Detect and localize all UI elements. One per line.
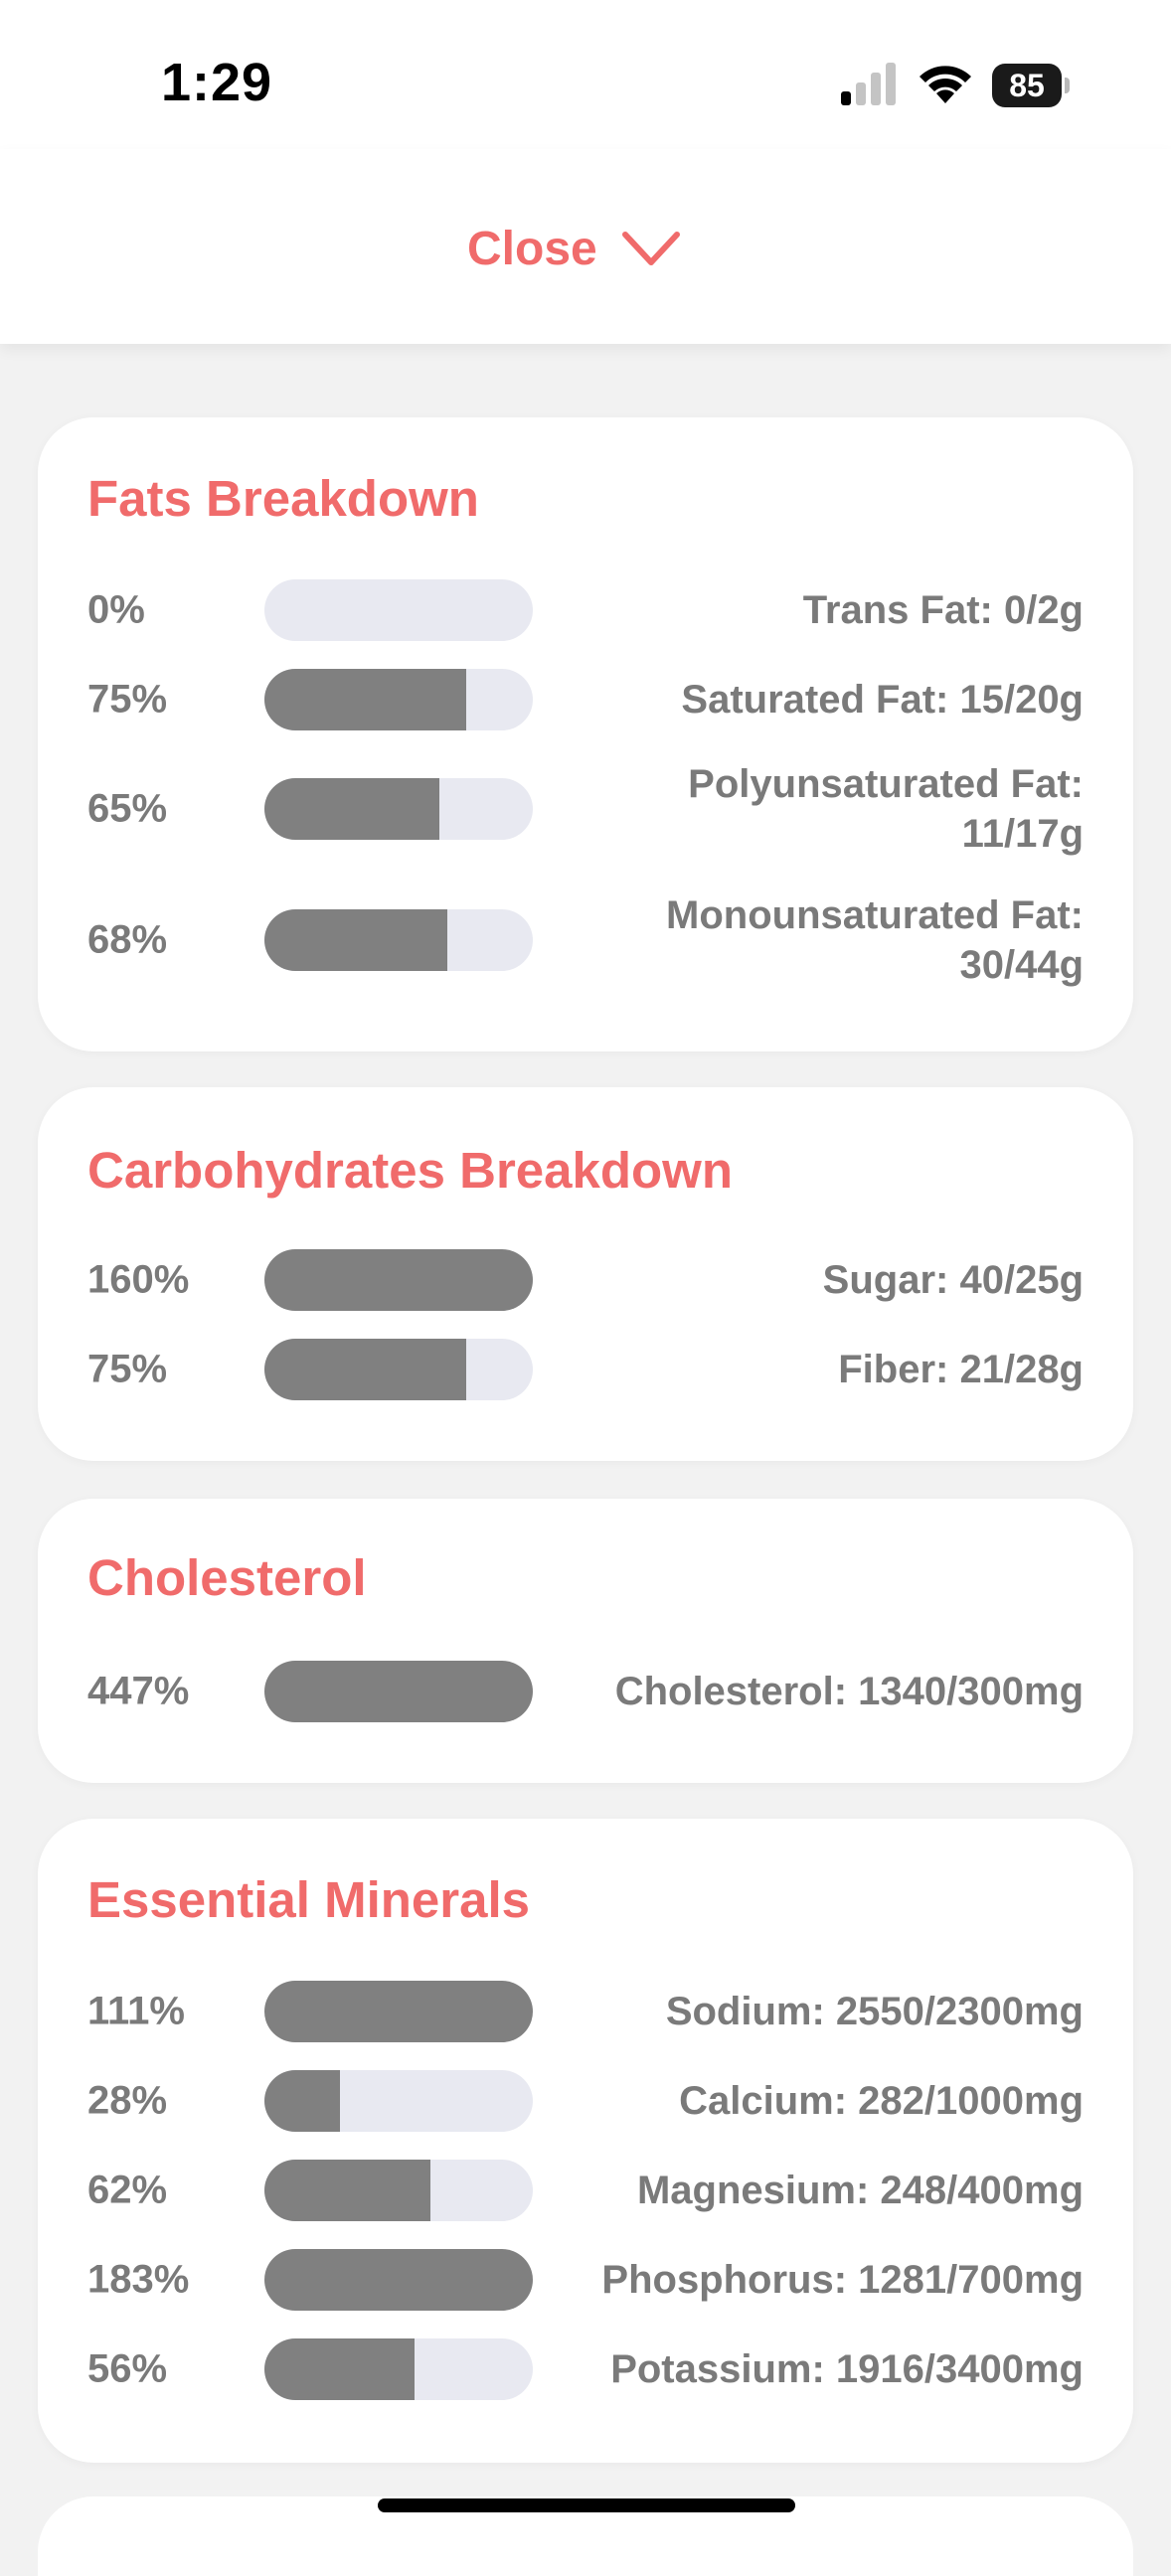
status-time: 1:29 — [161, 53, 273, 112]
cellular-signal-icon — [841, 63, 896, 105]
battery-level: 85 — [992, 64, 1062, 107]
progress-bar — [264, 2338, 533, 2400]
card-title: Carbohydrates Breakdown — [87, 1142, 734, 1199]
progress-fill — [264, 669, 466, 730]
nutrient-label: Saturated Fat: 15/20g — [681, 678, 1084, 722]
progress-fill — [264, 1249, 533, 1311]
card-title: Cholesterol — [87, 1549, 367, 1606]
percent-value: 447% — [87, 1669, 190, 1713]
progress-bar — [264, 579, 533, 641]
percent-value: 75% — [87, 677, 168, 722]
chevron-down-icon — [621, 232, 680, 265]
progress-bar — [264, 1981, 533, 2042]
progress-fill — [264, 2249, 533, 2311]
nutrient-label: Monounsaturated Fat: 30/44g — [666, 893, 1084, 987]
nutrient-label: Magnesium: 248/400mg — [636, 2169, 1084, 2212]
progress-fill — [264, 1661, 533, 1722]
card-title: Essential Minerals — [87, 1871, 531, 1928]
progress-fill — [264, 1981, 533, 2042]
progress-fill — [264, 778, 439, 840]
percent-value: 160% — [87, 1257, 190, 1302]
progress-bar — [264, 669, 533, 730]
close-button[interactable]: Close — [467, 217, 681, 280]
percent-value: 111% — [87, 1989, 185, 2033]
nutrient-label: Cholesterol: 1340/300mg — [614, 1670, 1084, 1713]
cholesterol-card: Cholesterol 447% Cholesterol: 1340/300mg — [38, 1499, 1133, 1783]
nutrient-label: Sugar: 40/25g — [822, 1258, 1084, 1302]
percent-value: 0% — [87, 587, 145, 632]
fats-breakdown-card: Fats Breakdown 0% Trans Fat: 0/2g 75% Sa… — [38, 417, 1133, 1051]
percent-value: 183% — [87, 2257, 190, 2302]
progress-bar — [264, 778, 533, 840]
progress-bar — [264, 1339, 533, 1400]
home-indicator[interactable] — [378, 2498, 795, 2512]
nutrient-label: Calcium: 282/1000mg — [679, 2079, 1084, 2123]
percent-value: 75% — [87, 1347, 168, 1391]
progress-fill — [264, 2338, 416, 2400]
close-label: Close — [467, 222, 597, 275]
progress-bar — [264, 2160, 533, 2221]
carbohydrates-breakdown-card: Carbohydrates Breakdown 160% Sugar: 40/2… — [38, 1087, 1133, 1461]
nutrient-label: Trans Fat: 0/2g — [802, 588, 1084, 632]
nutrient-label: Fiber: 21/28g — [838, 1348, 1084, 1391]
status-bar: 1:29 85 — [0, 0, 1171, 149]
progress-bar — [264, 2070, 533, 2132]
percent-value: 28% — [87, 2078, 168, 2123]
sheet-header: Close — [0, 149, 1171, 344]
progress-fill — [264, 909, 447, 971]
progress-fill — [264, 1339, 466, 1400]
nutrient-label: Potassium: 1916/3400mg — [610, 2347, 1084, 2391]
nutrient-label: Phosphorus: 1281/700mg — [601, 2258, 1084, 2302]
essential-minerals-card: Essential Minerals 111% Sodium: 2550/230… — [38, 1819, 1133, 2463]
card-title: Fats Breakdown — [87, 470, 479, 527]
percent-value: 56% — [87, 2346, 168, 2391]
progress-bar — [264, 2249, 533, 2311]
progress-bar — [264, 1249, 533, 1311]
nutrient-label: Sodium: 2550/2300mg — [665, 1990, 1084, 2033]
nutrient-label: Polyunsaturated Fat: 11/17g — [688, 762, 1084, 856]
progress-fill — [264, 2070, 340, 2132]
percent-value: 62% — [87, 2168, 168, 2212]
percent-value: 68% — [87, 917, 168, 962]
progress-bar — [264, 909, 533, 971]
progress-bar — [264, 1661, 533, 1722]
battery-icon: 85 — [992, 64, 1070, 107]
wifi-icon — [920, 66, 971, 103]
percent-value: 65% — [87, 786, 168, 831]
progress-fill — [264, 2160, 431, 2221]
